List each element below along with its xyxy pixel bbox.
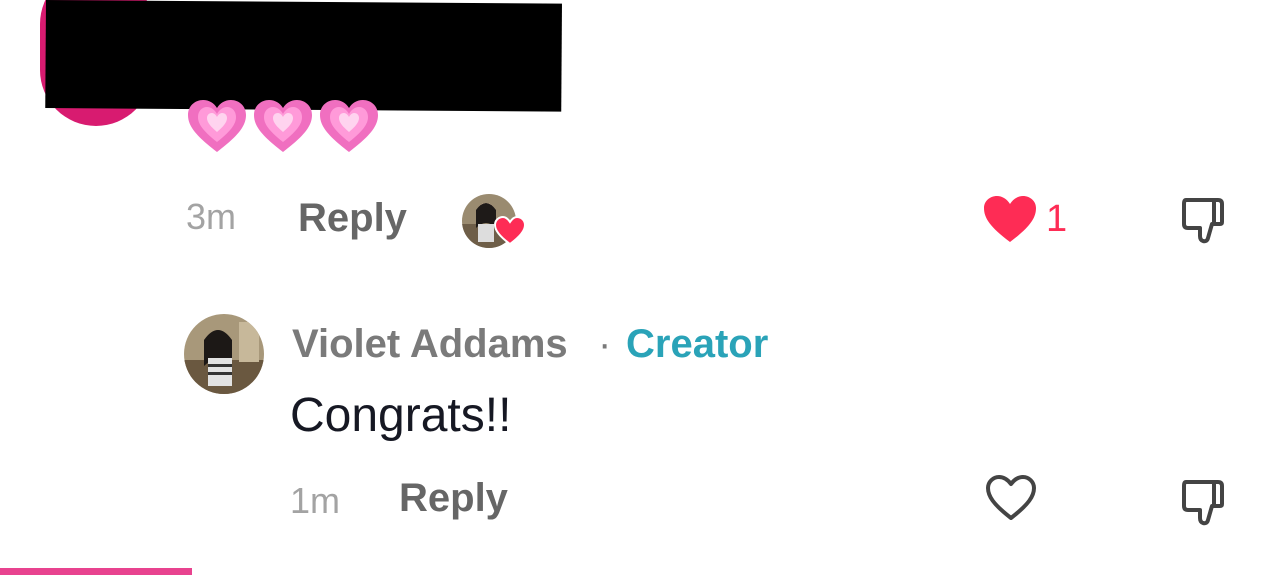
comment-timestamp: 1m xyxy=(290,480,341,521)
separator-dot: · xyxy=(598,322,612,366)
pink-heart-emoji xyxy=(188,100,246,152)
reply-button[interactable]: Reply xyxy=(298,196,407,241)
reply-button[interactable]: Reply xyxy=(399,476,508,521)
comment-text: Congrats!! xyxy=(290,389,512,442)
creator-liked-heart-icon xyxy=(494,216,526,246)
pink-heart-emoji xyxy=(320,100,378,152)
avatar[interactable] xyxy=(184,314,264,394)
heart-filled-icon[interactable] xyxy=(982,194,1038,244)
comment-timestamp: 3m xyxy=(186,196,237,237)
bottom-pink-bar xyxy=(0,568,192,575)
heart-outline-icon[interactable] xyxy=(985,474,1037,522)
redacted-username xyxy=(45,0,562,112)
creator-badge: Creator xyxy=(626,322,769,366)
comment-author-name[interactable]: Violet Addams xyxy=(292,322,568,367)
thumbs-down-icon[interactable] xyxy=(1178,194,1230,246)
like-count: 1 xyxy=(1046,198,1068,240)
pink-heart-emoji xyxy=(254,100,312,152)
comment-emoji-hearts xyxy=(186,98,380,156)
thumbs-down-icon[interactable] xyxy=(1178,476,1230,528)
